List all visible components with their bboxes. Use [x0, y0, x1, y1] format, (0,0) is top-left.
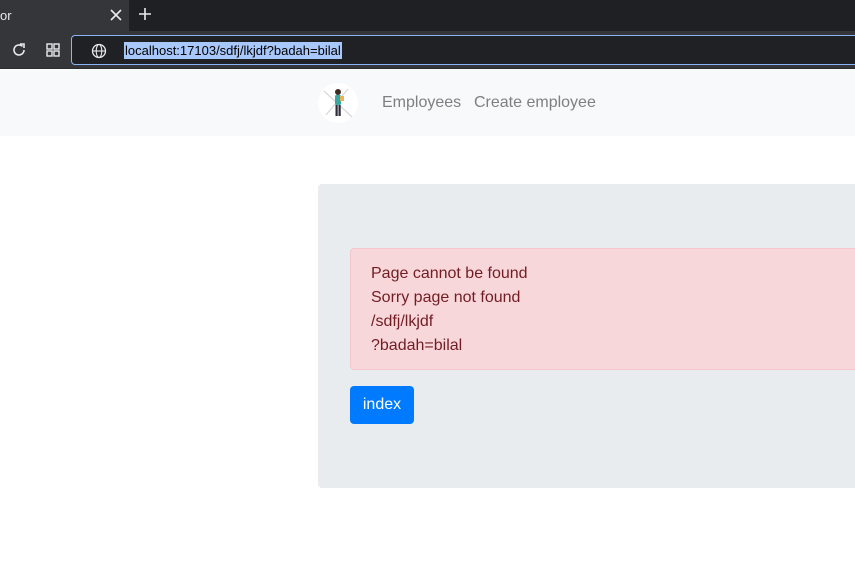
error-jumbotron: Page cannot be found Sorry page not foun…: [318, 184, 855, 488]
index-button[interactable]: index: [350, 386, 414, 424]
url-text[interactable]: localhost:17103/sdfj/lkjdf?badah=bilal: [124, 42, 342, 59]
error-message: Sorry page not found: [371, 289, 521, 306]
globe-icon: [91, 43, 107, 59]
nav-employees-link[interactable]: Employees: [382, 94, 461, 112]
browser-tab[interactable]: or: [0, 0, 129, 31]
close-icon[interactable]: [107, 6, 125, 24]
browser-tabstrip: or: [0, 0, 855, 31]
error-title: Page cannot be found: [371, 265, 528, 282]
nav-create-employee-link[interactable]: Create employee: [474, 94, 596, 112]
tab-title: or: [0, 8, 12, 23]
error-path: /sdfj/lkjdf: [371, 313, 434, 330]
error-query: ?badah=bilal: [371, 337, 463, 354]
error-alert: Page cannot be found Sorry page not foun…: [350, 248, 855, 370]
site-navbar: Employees Create employee: [0, 70, 855, 136]
brand-logo[interactable]: [318, 83, 358, 123]
new-tab-icon[interactable]: [136, 5, 154, 23]
browser-toolbar: localhost:17103/sdfj/lkjdf?badah=bilal: [0, 31, 855, 69]
apps-icon[interactable]: [44, 41, 62, 59]
reload-icon[interactable]: [10, 41, 28, 59]
address-bar[interactable]: localhost:17103/sdfj/lkjdf?badah=bilal: [71, 35, 855, 65]
